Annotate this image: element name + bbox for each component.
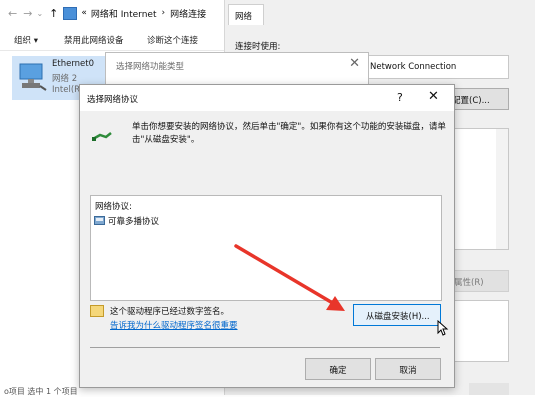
ok-button[interactable]: 确定 xyxy=(305,358,371,380)
breadcrumb-network-connections[interactable]: 网络连接 xyxy=(170,7,206,20)
have-disk-button[interactable]: 从磁盘安装(H)... xyxy=(353,304,441,326)
forward-arrow-icon[interactable]: → xyxy=(23,7,32,20)
network-cable-icon xyxy=(92,132,112,141)
adapter-name: Ethernet0 xyxy=(52,59,95,69)
breadcrumb-separator: › xyxy=(161,8,166,18)
have-disk-button-label: 从磁盘安装(H)... xyxy=(366,312,430,322)
adapter-name-value: Network Connection xyxy=(370,62,457,72)
status-bar-text: ο项目 选中 1 个项目 xyxy=(4,387,78,396)
cancel-button[interactable]: 取消 xyxy=(375,358,441,380)
back-arrow-icon[interactable]: ← xyxy=(8,7,17,20)
ok-button-label: 确定 xyxy=(329,366,347,376)
breadcrumb-prefix: « xyxy=(81,8,87,18)
organize-menu[interactable]: 组织 ▾ xyxy=(14,34,38,46)
address-bar: ← → ⌄ ↑ « 网络和 Internet › 网络连接 xyxy=(0,0,230,26)
adapter-network: 网络 2 xyxy=(52,74,78,84)
up-arrow-icon[interactable]: ↑ xyxy=(49,7,58,20)
breadcrumb-network-internet[interactable]: 网络和 Internet xyxy=(91,7,157,20)
command-toolbar: 组织 ▾ 禁用此网络设备 诊断这个连接 xyxy=(0,28,230,51)
dropdown-icon[interactable]: ⌄ xyxy=(36,9,43,18)
protocol-item[interactable]: 可靠多播协议 xyxy=(94,214,159,227)
select-feature-type-title: 选择网络功能类型 xyxy=(116,62,185,72)
certificate-icon xyxy=(90,305,104,317)
disable-device-button[interactable]: 禁用此网络设备 xyxy=(64,34,124,46)
protocol-item-label: 可靠多播协议 xyxy=(108,216,160,227)
dialog-titlebar: 选择网络协议 ? ✕ xyxy=(80,85,454,111)
close-icon[interactable]: ✕ xyxy=(349,56,360,71)
cancel-button-label: 取消 xyxy=(399,366,417,376)
ghost-button xyxy=(469,383,509,395)
component-list-scrollbar[interactable] xyxy=(496,129,508,249)
help-icon[interactable]: ? xyxy=(397,91,403,104)
protocol-list-header: 网络协议: xyxy=(95,202,132,212)
close-icon[interactable]: ✕ xyxy=(428,89,439,104)
network-adapter-icon xyxy=(19,63,47,91)
properties-button-label: 属性(R) xyxy=(454,278,484,288)
network-folder-icon xyxy=(63,6,78,20)
connect-using-label: 连接时使用: xyxy=(235,42,281,52)
why-signing-link[interactable]: 告诉我为什么驱动程序签名很重要 xyxy=(110,319,238,331)
divider xyxy=(90,347,440,348)
signed-driver-text: 这个驱动程序已经过数字签名。 xyxy=(110,307,230,317)
mouse-cursor-icon xyxy=(437,320,449,336)
properties-button[interactable]: 属性(R) xyxy=(447,270,509,292)
select-protocol-dialog: 选择网络协议 ? ✕ 单击你想要安装的网络协议，然后单击"确定"。如果你有这个功… xyxy=(79,84,455,388)
protocol-icon xyxy=(94,216,105,225)
tab-network[interactable]: 网络 xyxy=(228,4,264,25)
adapter-name-field: Network Connection xyxy=(365,55,509,79)
diagnose-button[interactable]: 诊断这个连接 xyxy=(147,34,198,46)
tab-network-label: 网络 xyxy=(235,12,253,22)
instruction-text: 单击你想要安装的网络协议，然后单击"确定"。如果你有这个功能的安装磁盘，请单击"… xyxy=(132,122,446,145)
dialog-title: 选择网络协议 xyxy=(87,95,139,105)
protocol-list[interactable]: 网络协议: 可靠多播协议 xyxy=(90,195,442,301)
configure-button-label: 配置(C)... xyxy=(452,96,490,106)
